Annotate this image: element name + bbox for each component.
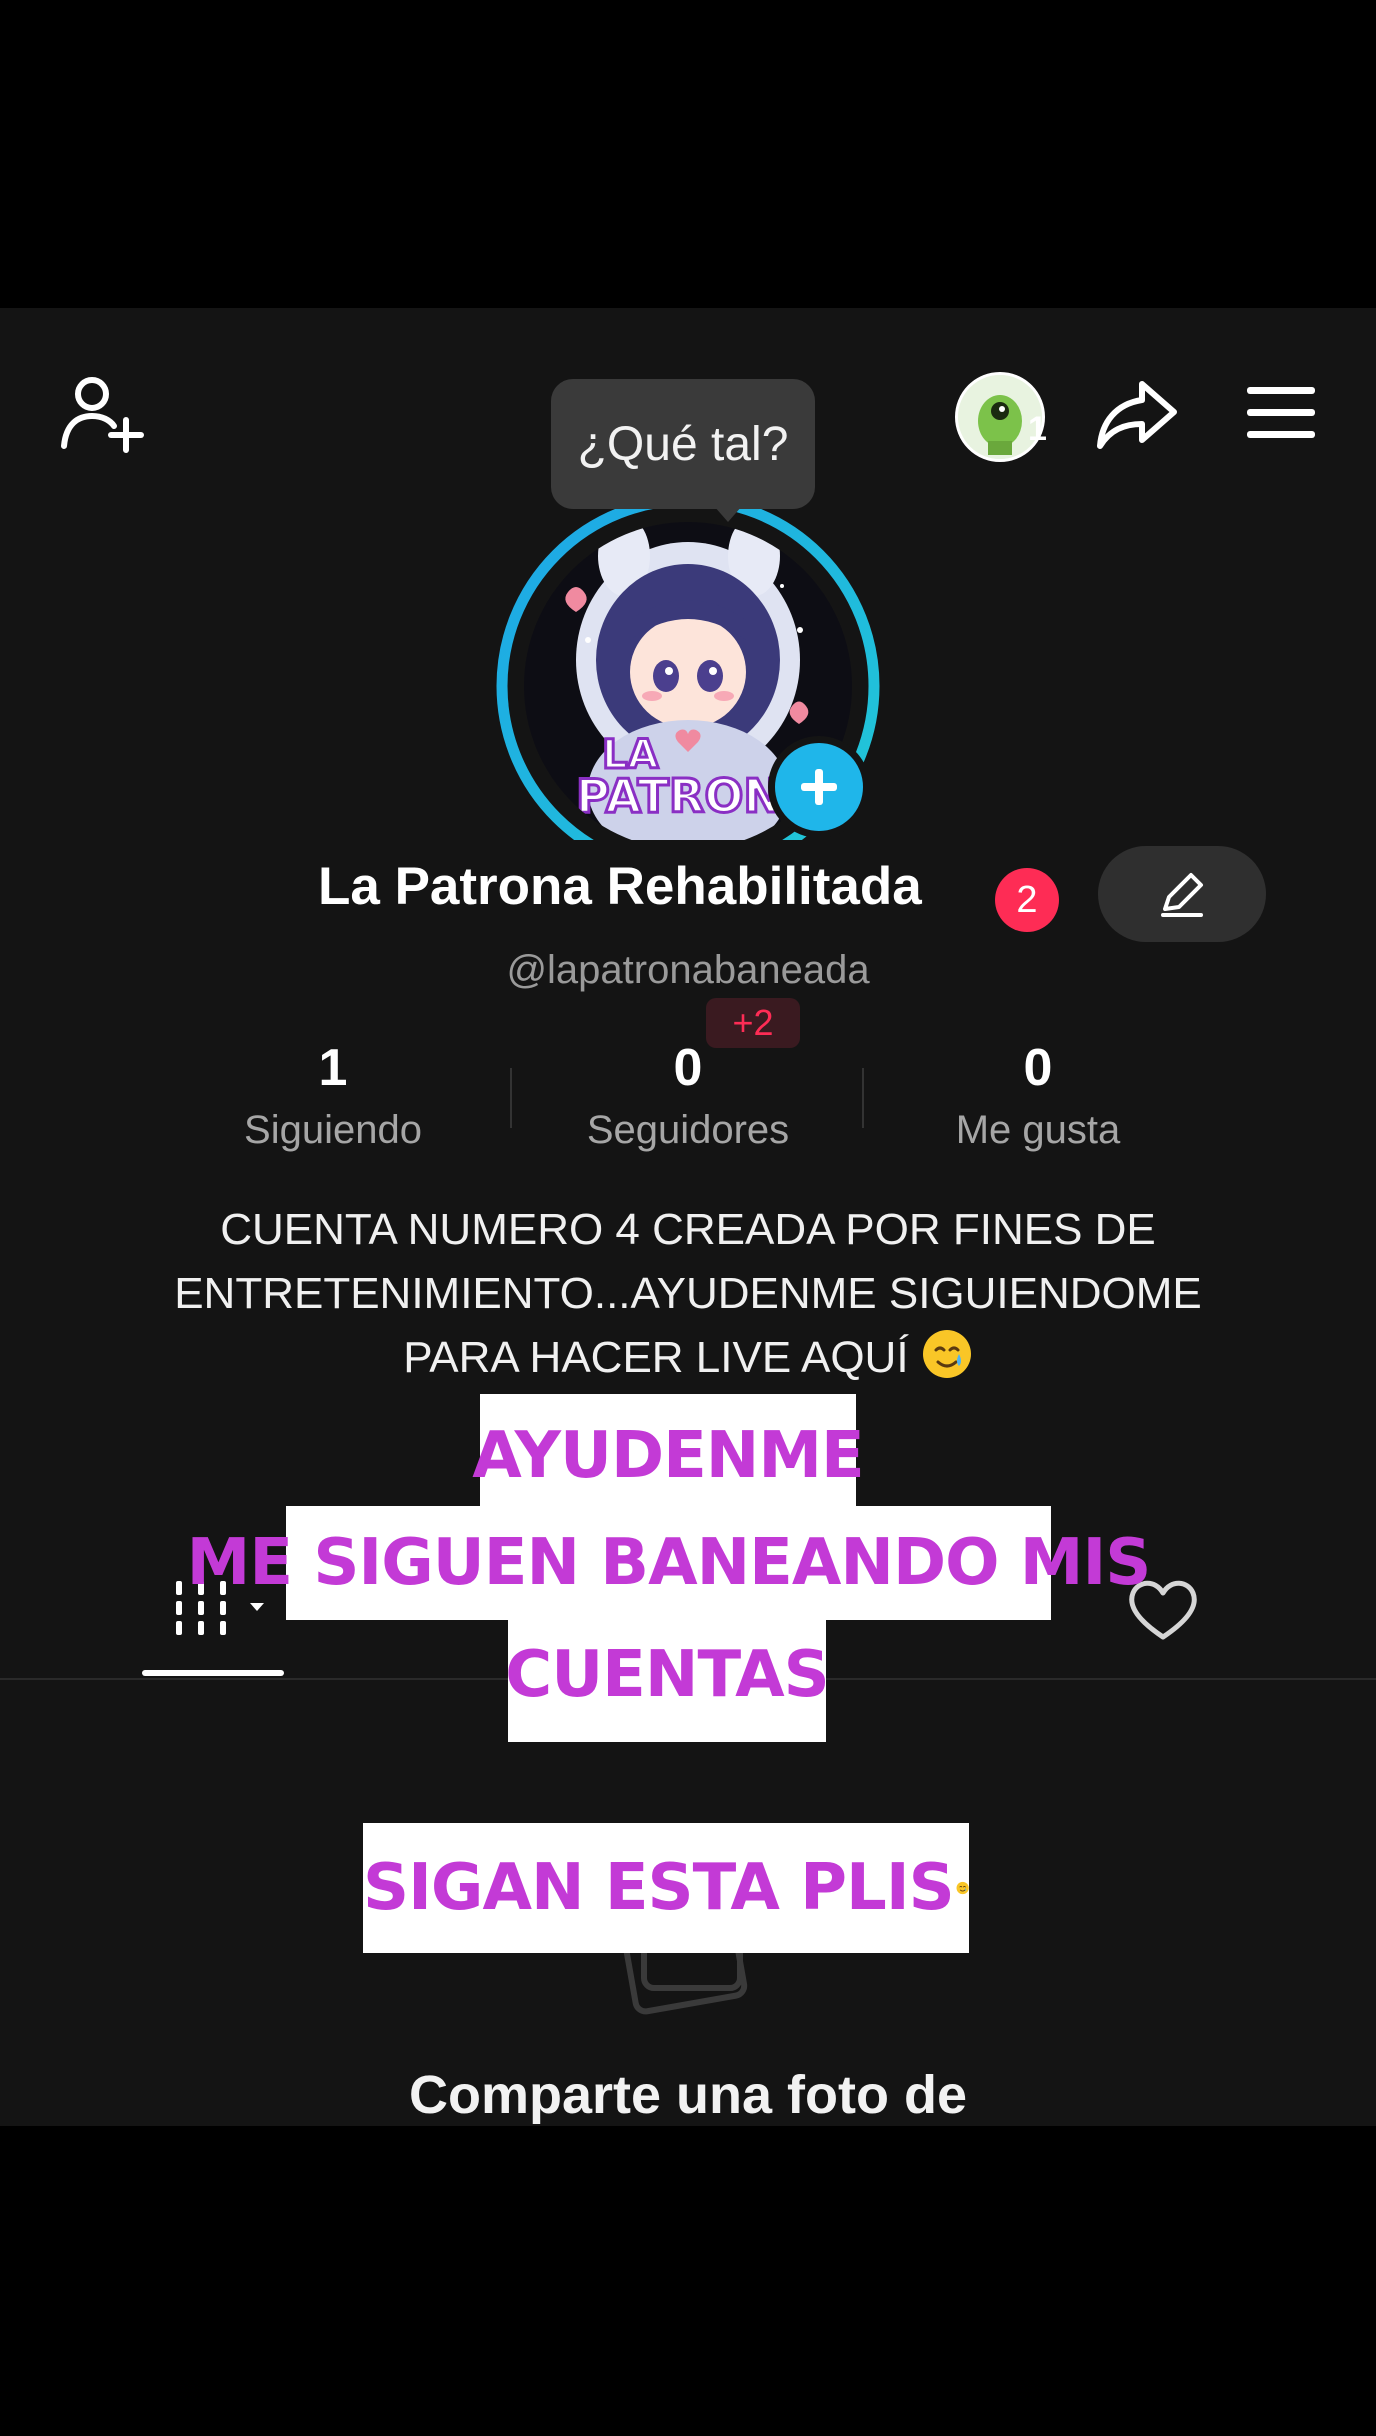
profile-screen: 1 LA PATRONA ¿Qué tal? La Patrona Rehabi… xyxy=(0,308,1376,2126)
overlay-sticker: CUENTAS xyxy=(505,1608,830,1742)
stat-label: Siguiendo xyxy=(244,1108,422,1152)
active-tab-indicator xyxy=(142,1670,284,1676)
overlay-sticker: ME SIGUEN BANEANDO MIS xyxy=(187,1506,1151,1620)
stat-followers[interactable]: 0 Seguidores xyxy=(538,1038,838,1153)
sticker-text: CUENTAS xyxy=(505,1638,830,1712)
plus-icon xyxy=(801,769,837,805)
person-plus-icon xyxy=(61,377,144,453)
stat-value: 0 xyxy=(673,1039,703,1097)
bio-line-text: PARA HACER LIVE AQUÍ xyxy=(403,1333,909,1382)
stat-divider xyxy=(862,1068,864,1128)
share-button[interactable] xyxy=(1092,368,1182,458)
stat-following[interactable]: 1 Siguiendo xyxy=(183,1038,483,1153)
menu-button[interactable] xyxy=(1238,370,1324,456)
sticker-text: SIGAN ESTA PLIS xyxy=(363,1851,955,1925)
edit-profile-button[interactable] xyxy=(1098,846,1266,942)
tooltip-text: ¿Qué tal? xyxy=(577,417,789,471)
share-arrow-icon xyxy=(1097,381,1177,449)
smiling-tear-emoji-icon xyxy=(922,1330,971,1378)
stat-value: 1 xyxy=(318,1039,348,1097)
bio-line: PARA HACER LIVE AQUÍ xyxy=(100,1326,1276,1390)
add-friend-button[interactable] xyxy=(52,366,148,462)
friends-count: 1 xyxy=(1028,410,1047,448)
stat-divider xyxy=(510,1068,512,1128)
stat-label: Me gusta xyxy=(955,1108,1121,1152)
stat-label: Seguidores xyxy=(586,1108,790,1152)
username: @lapatronabaneada xyxy=(506,948,870,992)
sticker-text: ME SIGUEN BANEANDO MIS xyxy=(186,1526,1152,1600)
stat-value: 0 xyxy=(1023,1039,1053,1097)
hamburger-menu-icon xyxy=(1247,387,1315,438)
bio-line: CUENTA NUMERO 4 CREADA POR FINES DE xyxy=(220,1205,1156,1254)
stat-likes[interactable]: 0 Me gusta xyxy=(888,1038,1188,1153)
display-name: La Patrona Rehabilitada xyxy=(318,857,922,916)
overlay-sticker: AYUDENME xyxy=(472,1394,865,1518)
greeting-tooltip: ¿Qué tal? xyxy=(551,379,815,509)
add-story-button[interactable] xyxy=(768,736,870,838)
bio-line: ENTRETENIMIENTO...AYUDENME SIGUIENDOME xyxy=(174,1269,1202,1318)
overlay-sticker: SIGAN ESTA PLIS xyxy=(363,1823,969,1953)
pencil-icon xyxy=(1161,873,1203,917)
empty-state-title: Comparte una foto de xyxy=(408,2065,967,2125)
profile-bio: CUENTA NUMERO 4 CREADA POR FINES DE ENTR… xyxy=(100,1198,1276,1390)
tooltip-tail xyxy=(714,506,742,522)
sticker-text: AYUDENME xyxy=(472,1419,865,1493)
smiling-tear-emoji-icon xyxy=(956,1881,969,1895)
notification-badge: 2 xyxy=(995,868,1059,932)
